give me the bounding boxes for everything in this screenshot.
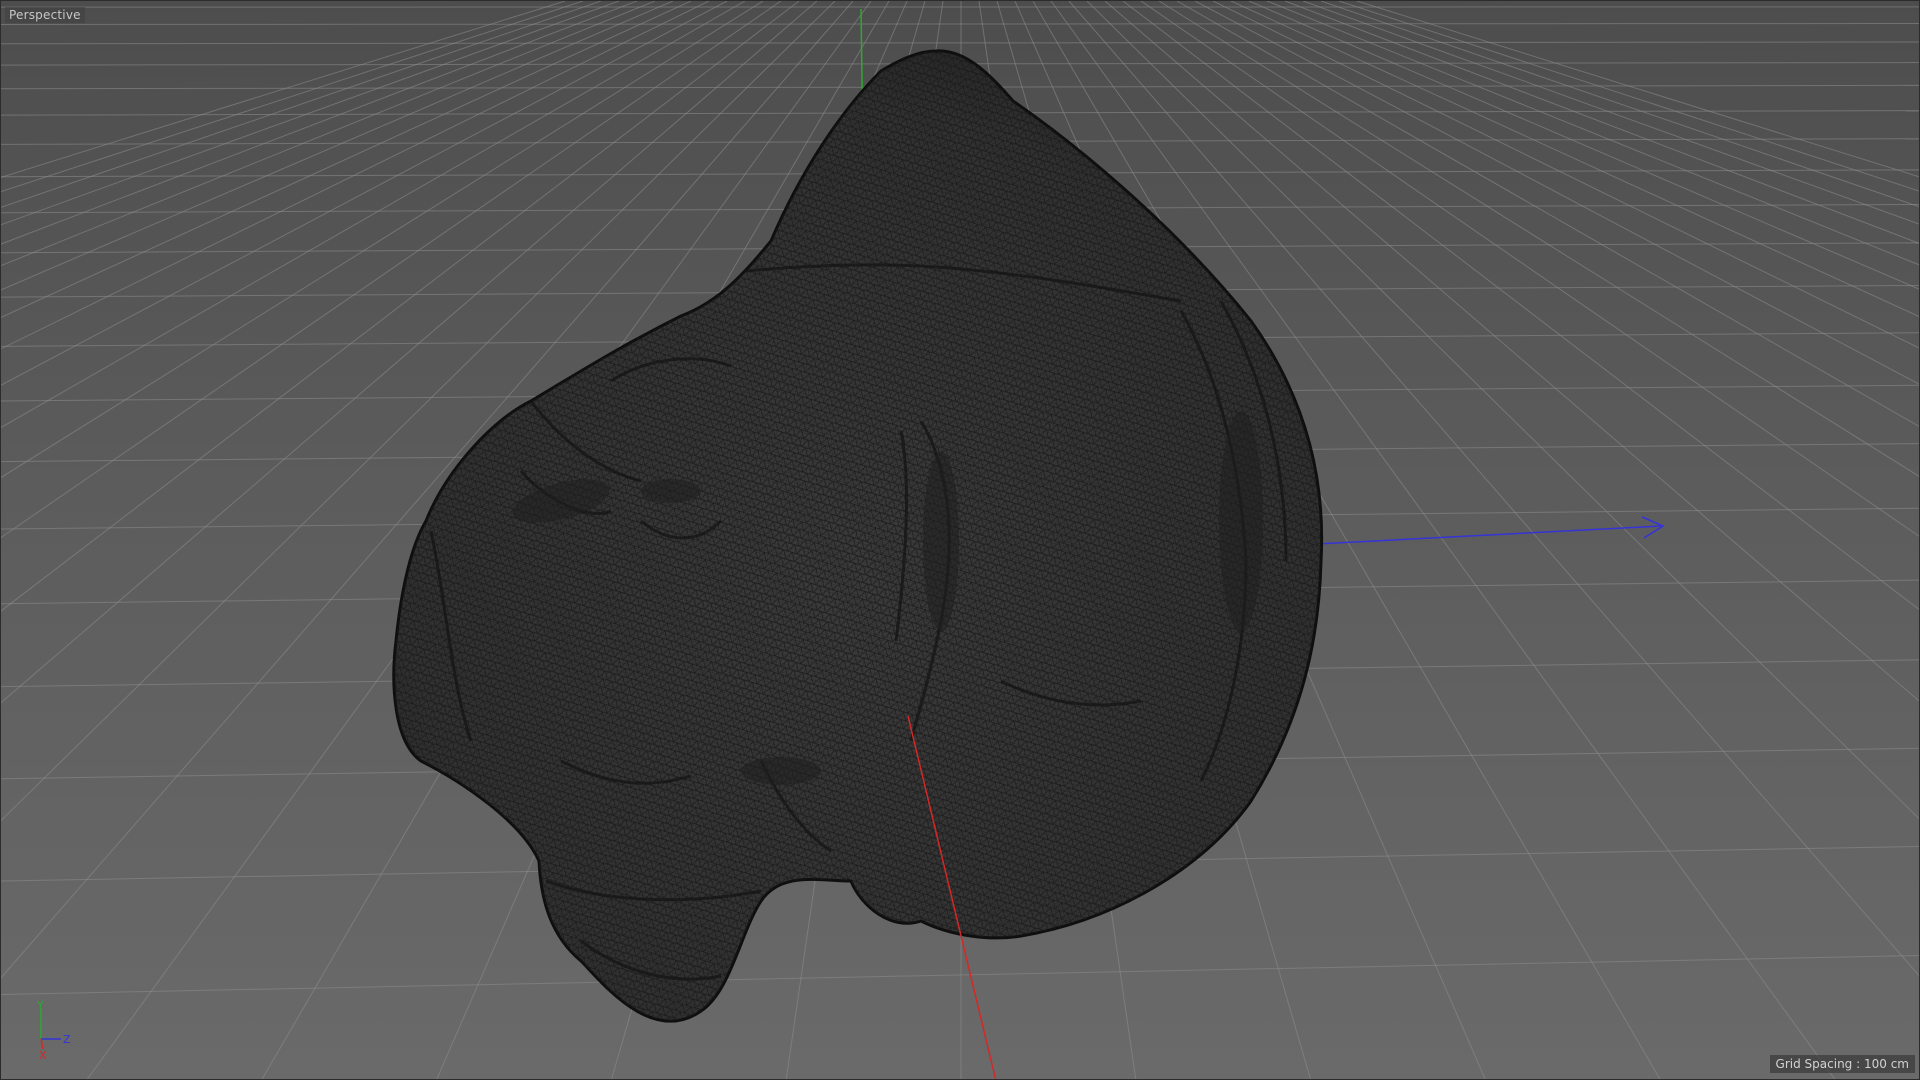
grid-spacing-readout: Grid Spacing : 100 cm (1769, 1055, 1915, 1073)
gizmo-z-label: Z (63, 1033, 71, 1046)
view-name-label[interactable]: Perspective (5, 7, 85, 23)
gizmo-y-label: Y (36, 1001, 44, 1012)
z-axis-line (1315, 525, 1662, 545)
gizmo-x-label: X (39, 1049, 47, 1061)
grid-spacing-label: Grid Spacing : (1775, 1057, 1861, 1071)
viewport-scene[interactable] (1, 1, 1920, 1080)
3d-viewport[interactable]: Perspective Y Z X Grid Spacing : 100 cm (0, 0, 1920, 1080)
axis-gizmo-icon: Y Z X (36, 1001, 71, 1061)
wireframe-mesh[interactable] (392, 49, 1324, 1023)
grid-spacing-value: 100 cm (1863, 1057, 1909, 1071)
